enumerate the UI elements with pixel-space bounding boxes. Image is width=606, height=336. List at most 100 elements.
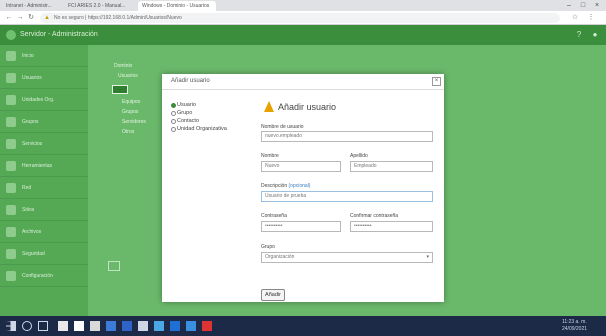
form-heading: Añadir usuario: [258, 101, 438, 113]
menu-item-usuario[interactable]: Usuario: [171, 101, 251, 109]
taskbar: 11:23 a. m. 24/09/2021: [0, 316, 606, 336]
clock-date[interactable]: 24/09/2021: [562, 326, 587, 332]
description-label: Descripción (opcional): [261, 183, 310, 189]
browser-tab-3[interactable]: Windows - Dominio - Usuarios: [138, 1, 216, 11]
menu-item-unidad-organizativa[interactable]: Unidad Organizativa: [171, 125, 251, 133]
sidebar-item-label: Grupos: [22, 119, 39, 125]
tools-icon: [6, 161, 16, 171]
sidebar-item-label: Sitios: [22, 207, 35, 213]
url-input[interactable]: ▲ No es seguro | https://192.168.0.1/Adm…: [40, 13, 560, 23]
sidebar-item-herramientas[interactable]: Herramientas: [0, 155, 88, 177]
sidebar-item-label: Usuarios: [22, 75, 42, 81]
app-icon-10[interactable]: [202, 321, 212, 331]
sidebar-item-label: Servicios: [22, 141, 43, 147]
password-confirm-field[interactable]: ••••••••••: [350, 221, 433, 232]
sidebar: Inicio Usuarios Unidades Org. Grupos Ser…: [0, 45, 88, 316]
windows-start-icon[interactable]: [6, 321, 16, 331]
sidebar-item-configuracion[interactable]: Configuración: [0, 265, 88, 287]
sidebar-item-label: Inicio: [22, 53, 34, 59]
add-button[interactable]: Añadir: [261, 289, 285, 301]
password-confirm-label: Confirmar contraseña: [350, 213, 399, 219]
back-icon[interactable]: ←: [4, 13, 14, 23]
tree-node-selected[interactable]: [112, 85, 128, 94]
menu-item-grupo[interactable]: Grupo: [171, 109, 251, 117]
app-icon-5[interactable]: [122, 321, 132, 331]
home-icon: [6, 51, 16, 61]
group-icon: [6, 117, 16, 127]
clock-time[interactable]: 11:23 a. m.: [562, 319, 587, 325]
sidebar-item-archivos[interactable]: Archivos: [0, 221, 88, 243]
sidebar-item-sitios[interactable]: Sitios: [0, 199, 88, 221]
user-icon[interactable]: ●: [590, 30, 600, 40]
users-icon: [6, 73, 16, 83]
password-field[interactable]: ••••••••••: [261, 221, 341, 232]
network-icon: [6, 183, 16, 193]
app-icon-7[interactable]: [154, 321, 164, 331]
forward-icon[interactable]: →: [15, 13, 25, 23]
description-field[interactable]: Usuario de prueba: [261, 191, 433, 202]
name-field[interactable]: Nuevo: [261, 161, 341, 172]
tree-node[interactable]: Dominio: [114, 63, 132, 69]
help-icon[interactable]: ?: [574, 30, 584, 40]
app-icon-2[interactable]: [74, 321, 84, 331]
bookmark-star-icon[interactable]: ☆: [570, 13, 580, 23]
sidebar-item-seguridad[interactable]: Seguridad: [0, 243, 88, 265]
app-icon-6[interactable]: [138, 321, 148, 331]
shield-icon: [6, 249, 16, 259]
warning-icon: ▲: [44, 15, 50, 21]
app-logo-icon: [6, 30, 16, 40]
service-icon: [6, 139, 16, 149]
sidebar-item-label: Seguridad: [22, 251, 45, 257]
app-icon-9[interactable]: [186, 321, 196, 331]
address-bar: ← → ↻ ▲ No es seguro | https://192.168.0…: [0, 11, 606, 25]
minimize-button[interactable]: –: [562, 0, 576, 11]
sidebar-item-usuarios[interactable]: Usuarios: [0, 67, 88, 89]
tree-node[interactable]: Grupos: [122, 109, 138, 115]
group-select-value: Organización: [265, 254, 295, 260]
browser-tab-2[interactable]: FCI ARIES 2.0 - Manual...: [64, 1, 136, 11]
sidebar-item-label: Archivos: [22, 229, 42, 235]
surname-field[interactable]: Empleado: [350, 161, 433, 172]
tree-node[interactable]: Servidores: [122, 119, 146, 125]
group-label: Grupo: [261, 244, 275, 250]
app-title: Servidor - Administración: [20, 31, 98, 38]
tree-node[interactable]: Equipos: [122, 99, 140, 105]
app-icon-1[interactable]: [58, 321, 68, 331]
maximize-button[interactable]: □: [576, 0, 590, 11]
reload-icon[interactable]: ↻: [26, 13, 36, 23]
dialog-title: Añadir usuario: [171, 78, 210, 84]
browser-tab-1[interactable]: Intranet - Administr...: [2, 1, 62, 11]
username-field[interactable]: nuevo.empleado: [261, 131, 433, 142]
globe-icon: [6, 205, 16, 215]
sidebar-item-red[interactable]: Red: [0, 177, 88, 199]
user-add-icon: [264, 101, 274, 112]
close-window-button[interactable]: ×: [590, 0, 604, 11]
folder-icon: [6, 95, 16, 105]
description-label-text: Descripción: [261, 183, 288, 189]
add-user-dialog: Añadir usuario × Usuario Grupo Contacto …: [162, 74, 444, 302]
menu-icon[interactable]: ⋮: [586, 13, 596, 23]
sidebar-item-grupos[interactable]: Grupos: [0, 111, 88, 133]
gear-icon: [6, 271, 16, 281]
app-icon-4[interactable]: [106, 321, 116, 331]
tree-node[interactable]: Otros: [122, 129, 134, 135]
app-icon-8[interactable]: [170, 321, 180, 331]
tree-node[interactable]: Usuarios: [118, 73, 138, 79]
sidebar-item-inicio[interactable]: Inicio: [0, 45, 88, 67]
collapse-toggle[interactable]: [108, 261, 120, 271]
url-text: No es seguro | https://192.168.0.1/Admin…: [54, 15, 182, 21]
app-header: Servidor - Administración ? ●: [0, 25, 606, 45]
close-icon[interactable]: ×: [432, 77, 441, 86]
object-type-menu: Usuario Grupo Contacto Unidad Organizati…: [171, 101, 251, 133]
name-label: Nombre: [261, 153, 279, 159]
group-select[interactable]: Organización ▾: [261, 252, 433, 263]
optional-tag: (opcional): [288, 183, 311, 189]
file-icon: [6, 227, 16, 237]
sidebar-item-unidades[interactable]: Unidades Org.: [0, 89, 88, 111]
menu-item-contacto[interactable]: Contacto: [171, 117, 251, 125]
sidebar-item-servicios[interactable]: Servicios: [0, 133, 88, 155]
task-view-icon[interactable]: [38, 321, 48, 331]
sidebar-item-label: Herramientas: [22, 163, 53, 169]
search-icon[interactable]: [22, 321, 32, 331]
app-icon-3[interactable]: [90, 321, 100, 331]
